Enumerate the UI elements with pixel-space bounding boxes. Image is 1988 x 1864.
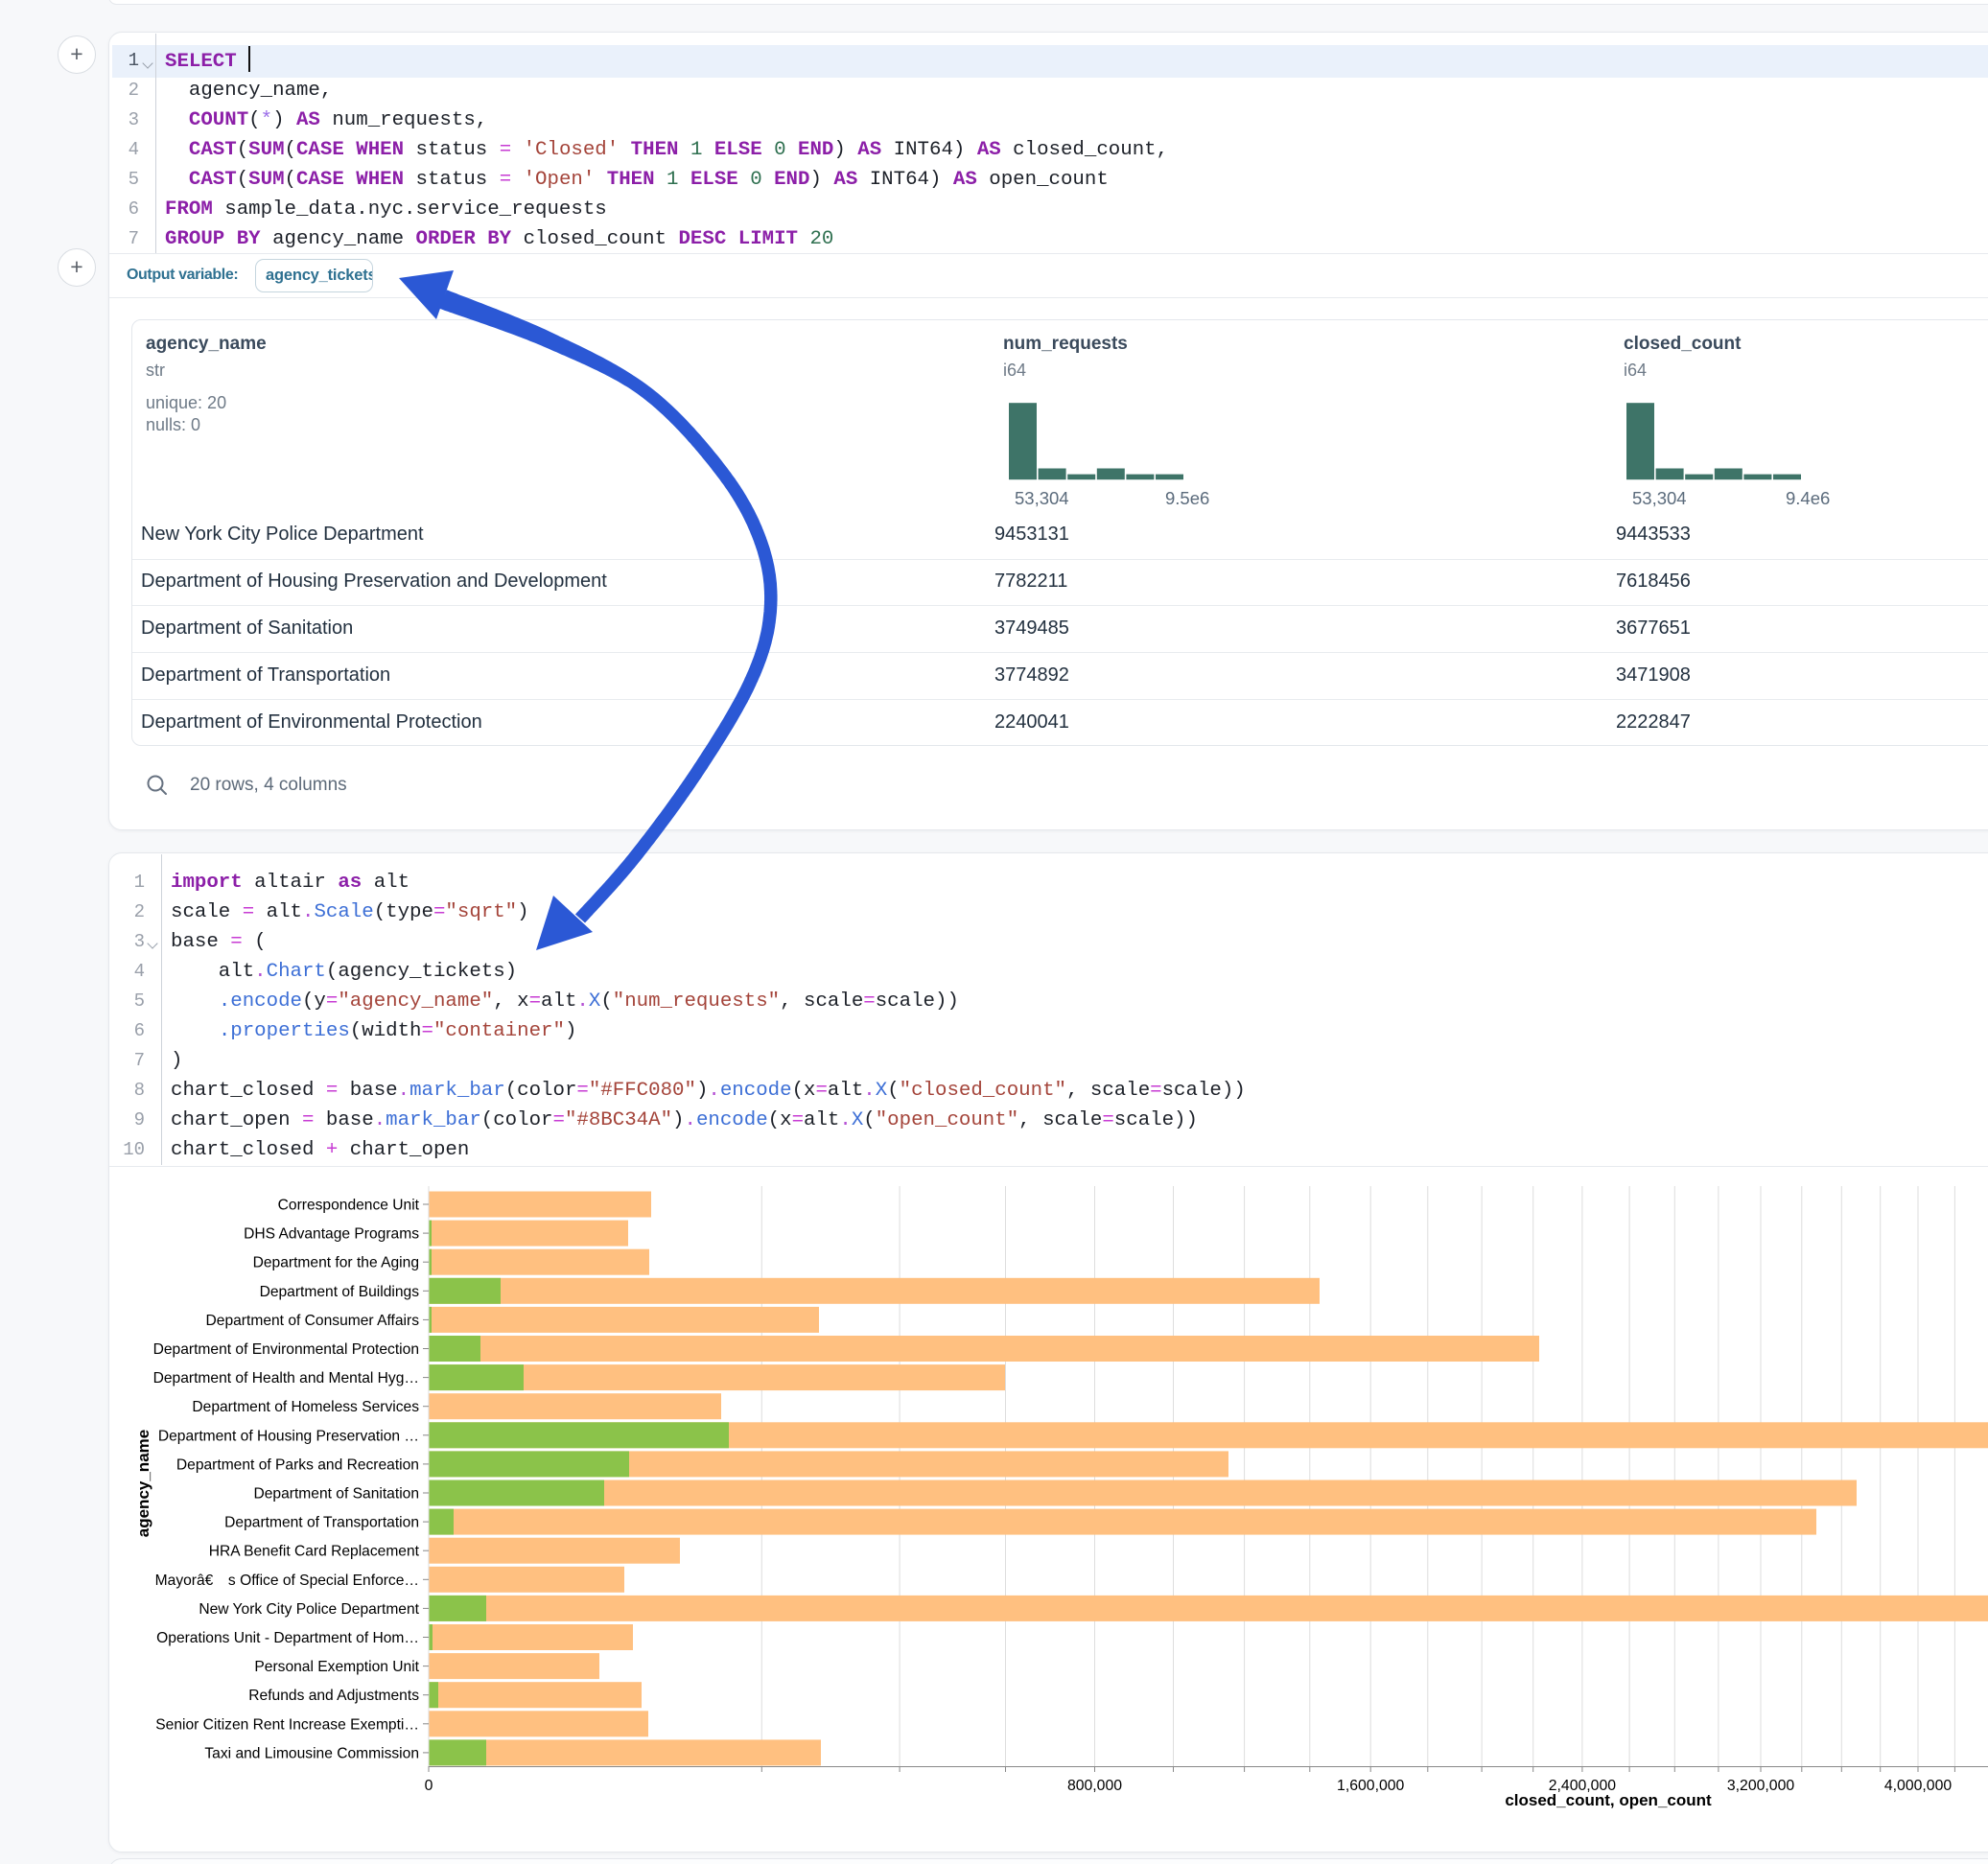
svg-text:3,200,000: 3,200,000 [1727, 1778, 1794, 1794]
svg-text:4,000,000: 4,000,000 [1884, 1778, 1952, 1794]
svg-text:1,600,000: 1,600,000 [1337, 1778, 1404, 1794]
svg-text:Department for the Aging: Department for the Aging [253, 1255, 419, 1271]
svg-text:Department of Health and Menta: Department of Health and Mental Hyg… [153, 1370, 419, 1386]
svg-text:Taxi and Limousine Commission: Taxi and Limousine Commission [204, 1745, 419, 1761]
svg-text:New York City Police Departmen: New York City Police Department [199, 1601, 419, 1618]
svg-text:Department of Buildings: Department of Buildings [260, 1284, 420, 1300]
svg-text:Department of Transportation: Department of Transportation [224, 1515, 419, 1531]
svg-text:agency_name: agency_name [134, 1430, 152, 1537]
svg-text:DHS Advantage Programs: DHS Advantage Programs [244, 1226, 419, 1243]
svg-text:HRA Benefit Card Replacement: HRA Benefit Card Replacement [209, 1544, 420, 1560]
svg-text:Department of Homeless Service: Department of Homeless Services [192, 1399, 419, 1415]
svg-text:0: 0 [425, 1778, 433, 1794]
svg-text:Department of Sanitation: Department of Sanitation [254, 1486, 420, 1503]
svg-text:Mayorâ€ s Office of Special En: Mayorâ€ s Office of Special Enforce… [155, 1573, 419, 1589]
svg-text:closed_count, open_count: closed_count, open_count [1505, 1791, 1712, 1809]
svg-text:Department of Parks and Recrea: Department of Parks and Recreation [176, 1456, 419, 1473]
svg-text:Department of Environmental Pr: Department of Environmental Protection [153, 1341, 419, 1358]
svg-text:Refunds and Adjustments: Refunds and Adjustments [248, 1688, 419, 1704]
svg-text:Senior Citizen Rent Increase E: Senior Citizen Rent Increase Exempti… [155, 1716, 419, 1733]
svg-text:Department of Housing Preserva: Department of Housing Preservation … [158, 1428, 419, 1444]
svg-text:Personal Exemption Unit: Personal Exemption Unit [254, 1659, 419, 1675]
svg-text:Department of Consumer Affairs: Department of Consumer Affairs [206, 1313, 420, 1329]
svg-text:800,000: 800,000 [1067, 1778, 1122, 1794]
svg-text:Operations Unit - Department o: Operations Unit - Department of Hom… [156, 1630, 419, 1646]
svg-text:Correspondence Unit: Correspondence Unit [278, 1198, 420, 1214]
